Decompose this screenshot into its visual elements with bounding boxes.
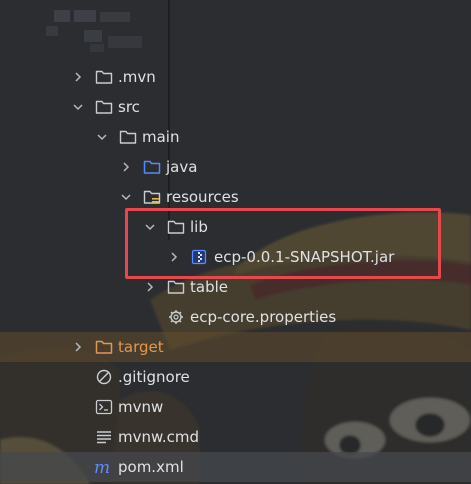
folder-icon: [167, 280, 185, 294]
folder-icon: [95, 100, 113, 114]
shell-script-icon: [95, 399, 113, 415]
tree-item-label: mvnw: [118, 398, 164, 416]
tree-item-src[interactable]: src: [0, 92, 471, 122]
tree-item-label: target: [118, 338, 164, 356]
tree-item-label: resources: [166, 188, 239, 206]
obscured-project-name: [40, 6, 160, 56]
chevron-right-icon[interactable]: [72, 71, 84, 83]
tree-item-mvn[interactable]: .mvn: [0, 62, 471, 92]
tree-item-main[interactable]: main: [0, 122, 471, 152]
tree-item-pom-xml[interactable]: m pom.xml: [0, 452, 471, 482]
ignore-file-icon: [96, 369, 112, 385]
chevron-down-icon[interactable]: [72, 101, 84, 113]
folder-icon: [167, 220, 185, 234]
tree-item-label: src: [118, 98, 140, 116]
tree-item-label: main: [142, 128, 180, 146]
tree-item-resources[interactable]: resources: [0, 182, 471, 212]
chevron-down-icon[interactable]: [120, 191, 132, 203]
folder-icon: [119, 130, 137, 144]
svg-text:m: m: [94, 459, 110, 475]
tree-item-ecp-core-properties[interactable]: ecp-core.properties: [0, 302, 471, 332]
chevron-down-icon[interactable]: [96, 131, 108, 143]
tree-item-label: .mvn: [118, 68, 156, 86]
tree-item-label: .gitignore: [118, 368, 190, 386]
tree-item-label: ecp-0.0.1-SNAPSHOT.jar: [214, 248, 395, 266]
excluded-folder-icon: [95, 340, 113, 354]
tree-item-label: pom.xml: [118, 458, 184, 476]
chevron-down-icon[interactable]: [144, 221, 156, 233]
jar-archive-icon: [191, 249, 207, 265]
chevron-right-icon[interactable]: [120, 161, 132, 173]
text-file-icon: [97, 431, 111, 444]
tree-item-table[interactable]: table: [0, 272, 471, 302]
tree-item-label: java: [166, 158, 198, 176]
maven-icon: m: [94, 459, 110, 475]
project-tool-window: .mvn src main java resources lib ecp-0.0…: [0, 0, 471, 484]
tree-item-lib[interactable]: lib: [0, 212, 471, 242]
chevron-right-icon[interactable]: [168, 251, 180, 263]
tree-item-mvnw-cmd[interactable]: mvnw.cmd: [0, 422, 471, 452]
tree-item-label: table: [190, 278, 228, 296]
tree-item-target[interactable]: target: [0, 332, 471, 362]
tree-item-gitignore[interactable]: .gitignore: [0, 362, 471, 392]
chevron-right-icon[interactable]: [144, 281, 156, 293]
gear-properties-icon: [169, 310, 183, 324]
project-tree: .mvn src main java resources lib ecp-0.0…: [0, 62, 471, 482]
tree-item-label: mvnw.cmd: [118, 428, 200, 446]
tree-item-java[interactable]: java: [0, 152, 471, 182]
tree-item-label: lib: [190, 218, 208, 236]
folder-icon: [95, 70, 113, 84]
tree-item-mvnw[interactable]: mvnw: [0, 392, 471, 422]
source-folder-icon: [143, 160, 161, 174]
chevron-right-icon[interactable]: [72, 341, 84, 353]
tree-item-label: ecp-core.properties: [190, 308, 337, 326]
resources-folder-icon: [143, 190, 161, 204]
tree-item-ecp-jar[interactable]: ecp-0.0.1-SNAPSHOT.jar: [0, 242, 471, 272]
